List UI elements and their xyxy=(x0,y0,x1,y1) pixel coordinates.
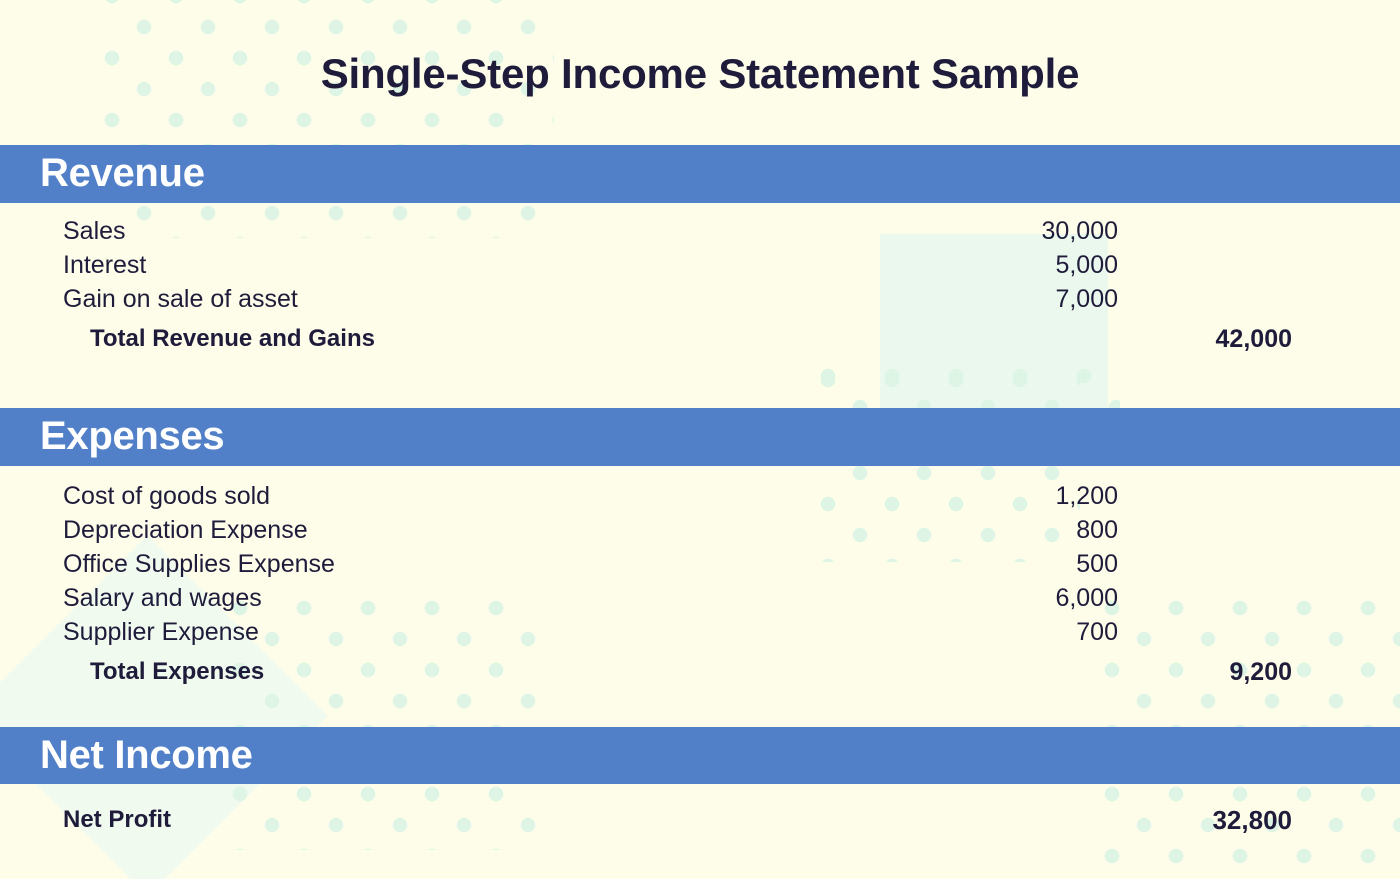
table-row: Depreciation Expense 800 xyxy=(0,513,1400,547)
table-row-total: Total Expenses 9,200 xyxy=(0,649,1400,695)
table-row: Office Supplies Expense 500 xyxy=(0,547,1400,581)
table-row: Cost of goods sold 1,200 xyxy=(0,479,1400,513)
table-row: Gain on sale of asset 7,000 xyxy=(0,282,1400,316)
line-item-label: Salary and wages xyxy=(63,584,262,612)
total-label: Total Revenue and Gains xyxy=(90,325,375,352)
line-item-amount: 1,200 xyxy=(1055,482,1118,510)
total-amount: 9,200 xyxy=(1229,658,1292,686)
table-row-net-profit: Net Profit 32,800 xyxy=(0,800,1400,840)
line-item-label: Depreciation Expense xyxy=(63,516,308,544)
section-title-net-income: Net Income xyxy=(40,732,253,777)
section-header-net-income: Net Income xyxy=(0,727,1400,784)
total-label: Total Expenses xyxy=(90,658,265,685)
line-item-label: Sales xyxy=(63,217,126,245)
line-item-amount: 5,000 xyxy=(1055,251,1118,279)
line-item-label: Office Supplies Expense xyxy=(63,550,335,578)
income-statement: Single-Step Income Statement Sample Reve… xyxy=(0,0,1400,879)
table-row: Interest 5,000 xyxy=(0,248,1400,282)
section-header-revenue: Revenue xyxy=(0,145,1400,203)
line-item-amount: 500 xyxy=(1076,550,1118,578)
net-profit-amount: 32,800 xyxy=(1212,805,1292,835)
table-row: Salary and wages 6,000 xyxy=(0,581,1400,615)
line-item-label: Supplier Expense xyxy=(63,618,259,646)
page-title: Single-Step Income Statement Sample xyxy=(320,50,1080,97)
total-amount: 42,000 xyxy=(1215,325,1292,353)
table-row: Supplier Expense 700 xyxy=(0,615,1400,649)
section-title-expenses: Expenses xyxy=(40,414,225,458)
line-item-label: Cost of goods sold xyxy=(63,482,271,510)
line-item-amount: 700 xyxy=(1076,618,1118,646)
net-profit-label: Net Profit xyxy=(63,806,171,833)
line-item-amount: 7,000 xyxy=(1055,285,1118,313)
section-rows-revenue: Sales 30,000 Interest 5,000 Gain on sale… xyxy=(0,214,1400,362)
line-item-label: Interest xyxy=(63,251,147,279)
section-rows-expenses: Cost of goods sold 1,200 Depreciation Ex… xyxy=(0,479,1400,695)
line-item-amount: 800 xyxy=(1076,516,1118,544)
table-row-total: Total Revenue and Gains 42,000 xyxy=(0,316,1400,362)
section-header-expenses: Expenses xyxy=(0,408,1400,466)
table-row: Sales 30,000 xyxy=(0,214,1400,248)
section-rows-net-income: Net Profit 32,800 xyxy=(0,800,1400,840)
line-item-label: Gain on sale of asset xyxy=(63,285,298,313)
line-item-amount: 6,000 xyxy=(1055,584,1118,612)
line-item-amount: 30,000 xyxy=(1041,217,1118,245)
section-title-revenue: Revenue xyxy=(40,151,205,195)
